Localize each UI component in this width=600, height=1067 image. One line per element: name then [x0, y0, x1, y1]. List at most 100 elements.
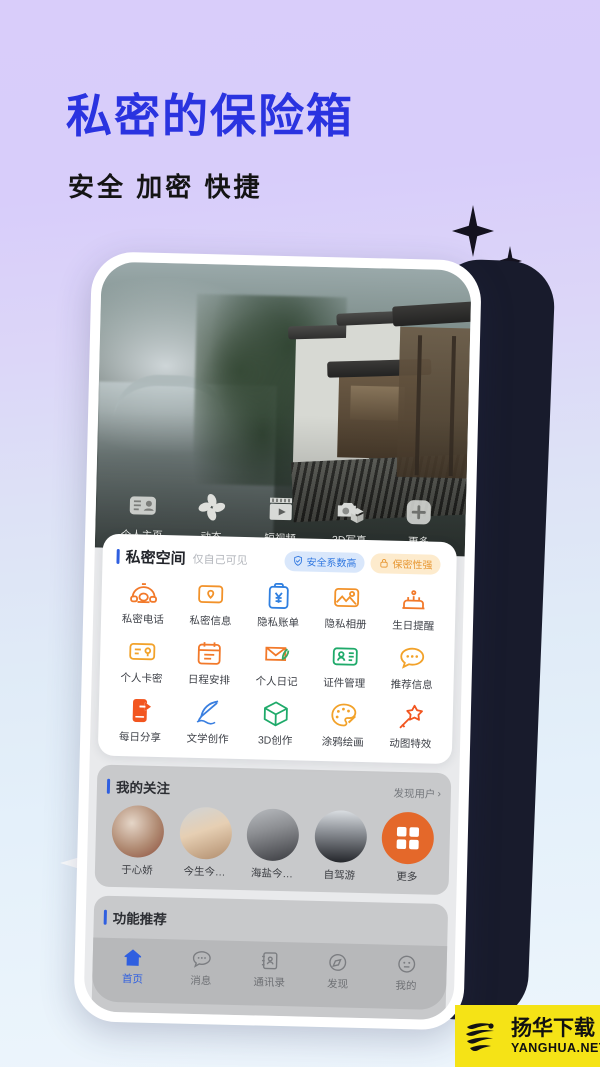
grid-item-private-bill[interactable]: 隐私账单: [244, 580, 313, 631]
grid-item-daily-share[interactable]: 每日分享: [106, 695, 175, 746]
id-card-icon: [125, 488, 160, 523]
tab-profile[interactable]: 我的: [375, 952, 438, 994]
badge-label: 保密性强: [392, 559, 433, 572]
avatar-name: 今生今…: [183, 865, 226, 879]
grid-item-3d-create[interactable]: 3D创作: [241, 698, 310, 749]
avatar-item[interactable]: 海盐今…: [242, 808, 304, 881]
grid-item-schedule[interactable]: 日程安排: [175, 637, 244, 688]
sparkle-icon: [452, 205, 494, 257]
compass-icon: [327, 951, 350, 974]
grid-item-card-key[interactable]: 个人卡密: [107, 636, 176, 687]
function-recommend-header: 功能推荐: [103, 907, 438, 935]
avatar-item[interactable]: 今生今…: [174, 806, 236, 879]
home-icon: [122, 946, 145, 969]
pinwheel-icon: [194, 490, 229, 525]
photo-pin-icon: [331, 582, 362, 613]
phone-screen: 个人主页 动态 短视频: [83, 261, 472, 1021]
grid-item-label: 个人日记: [255, 675, 298, 689]
my-follow-title: 我的关注: [115, 779, 171, 797]
avatar-name: 于心娇: [121, 864, 153, 877]
grid-item-label: 个人卡密: [120, 672, 163, 686]
chevron-right-icon: ›: [437, 787, 442, 800]
avatar: [111, 804, 165, 859]
lock-icon: [378, 557, 389, 568]
grid-item-writing[interactable]: 文学创作: [174, 696, 243, 747]
quill-icon: [193, 697, 224, 728]
grid-item-label: 文学创作: [186, 732, 229, 746]
watermark: 扬华下载 YANGHUA.NET: [455, 1005, 600, 1067]
grid-item-label: 私密信息: [189, 614, 232, 628]
avatar-item[interactable]: 于心娇: [107, 804, 169, 878]
envelope-pin-icon: [196, 579, 227, 610]
phone-share-icon: [125, 695, 156, 726]
badge-group: 安全系数高 保密性强: [284, 550, 441, 575]
grid-item-recommend[interactable]: 推荐信息: [378, 642, 447, 693]
my-follow-card: 我的关注 发现用户 › 于心娇 今生今… 海盐今… 自驾游 更多: [94, 764, 452, 896]
private-space-card: 私密空间 仅自己可见 安全系数高 保密性强 私密电话 私密信息 隐私账单 隐私相…: [97, 533, 458, 765]
palette-icon: [328, 700, 359, 731]
grid-item-private-album[interactable]: 隐私相册: [312, 582, 381, 633]
avatar: [178, 806, 233, 860]
grid-item-label: 推荐信息: [390, 678, 433, 692]
avatar-item[interactable]: 自驾游: [309, 809, 371, 883]
grid-item-label: 动图特效: [389, 737, 432, 751]
tab-discover[interactable]: 发现: [306, 951, 369, 993]
grid-item-label: 3D创作: [257, 734, 293, 748]
grid-item-private-phone[interactable]: 私密电话: [109, 577, 178, 628]
clipboard-yen-icon: [263, 581, 294, 612]
tab-messages[interactable]: 消息: [170, 947, 233, 989]
tab-label: 消息: [190, 974, 212, 988]
calendar-icon: [194, 638, 225, 669]
private-space-title: 私密空间: [125, 549, 186, 568]
hero-photo: 个人主页 动态 短视频: [94, 261, 472, 557]
grid-item-id-manage[interactable]: 证件管理: [310, 641, 379, 692]
title-accent-bar: [103, 909, 107, 925]
private-space-grid: 私密电话 私密信息 隐私账单 隐私相册 生日提醒 个人卡密 日程安排 个人日记 …: [106, 577, 448, 752]
grid-item-animation-fx[interactable]: 动图特效: [376, 701, 445, 752]
yanghua-logo-icon: [461, 1013, 507, 1059]
discover-users-link[interactable]: 发现用户 ›: [393, 785, 441, 801]
grid-item-label: 生日提醒: [392, 619, 435, 633]
poster-root: 私密的保险箱 安全 加密 快捷 私密空间 仅自己可见 安全系数高 保密性强 私密…: [0, 0, 600, 1067]
grid-item-private-message[interactable]: 私密信息: [176, 578, 245, 629]
discover-users-label: 发现用户: [393, 787, 436, 801]
private-space-subtitle: 仅自己可见: [192, 553, 248, 567]
tab-home[interactable]: 首页: [101, 946, 164, 988]
title-accent-bar: [106, 778, 111, 794]
tab-contacts[interactable]: 通讯录: [238, 949, 301, 991]
badge-label: 安全系数高: [306, 557, 357, 570]
grid-item-label: 证件管理: [323, 677, 366, 691]
tab-label: 我的: [395, 979, 417, 993]
contacts-icon: [258, 950, 281, 973]
my-follow-header: 我的关注 发现用户 ›: [106, 776, 441, 804]
card-key-icon: [127, 636, 158, 667]
camera-cube-icon: [333, 493, 368, 528]
birthday-cake-icon: [398, 584, 429, 615]
phone-mockup: 个人主页 动态 短视频: [73, 251, 482, 1031]
page-subtitle: 安全 加密 快捷: [68, 172, 263, 202]
shield-check-icon: [292, 555, 303, 566]
grid-item-doodle[interactable]: 涂鸦绘画: [309, 700, 378, 751]
grid-item-label: 涂鸦绘画: [321, 735, 364, 750]
avatar-name: 自驾游: [323, 869, 356, 882]
grid-item-label: 私密电话: [121, 613, 165, 627]
cube-icon: [260, 699, 291, 730]
avatar: [246, 808, 300, 862]
chat-dots-icon: [397, 643, 428, 674]
tab-label: 通讯录: [253, 976, 286, 990]
avatar-name: 海盐今…: [250, 867, 294, 881]
id-badge-icon: [329, 641, 360, 672]
grid-item-label: 隐私相册: [324, 618, 367, 632]
grid-item-birthday[interactable]: 生日提醒: [379, 583, 448, 634]
grid-item-label: 隐私账单: [256, 616, 300, 630]
magic-star-icon: [396, 702, 427, 733]
plus-icon: [402, 495, 437, 530]
grid-item-label: 日程安排: [187, 673, 231, 687]
function-recommend-title: 功能推荐: [112, 910, 167, 928]
avatar-more-item[interactable]: 更多: [377, 811, 439, 884]
grid-item-diary[interactable]: 个人日记: [243, 639, 312, 690]
title-accent-bar: [116, 548, 120, 564]
tab-label: 首页: [121, 973, 144, 986]
telephone-icon: [128, 577, 159, 608]
profile-icon: [395, 953, 418, 976]
